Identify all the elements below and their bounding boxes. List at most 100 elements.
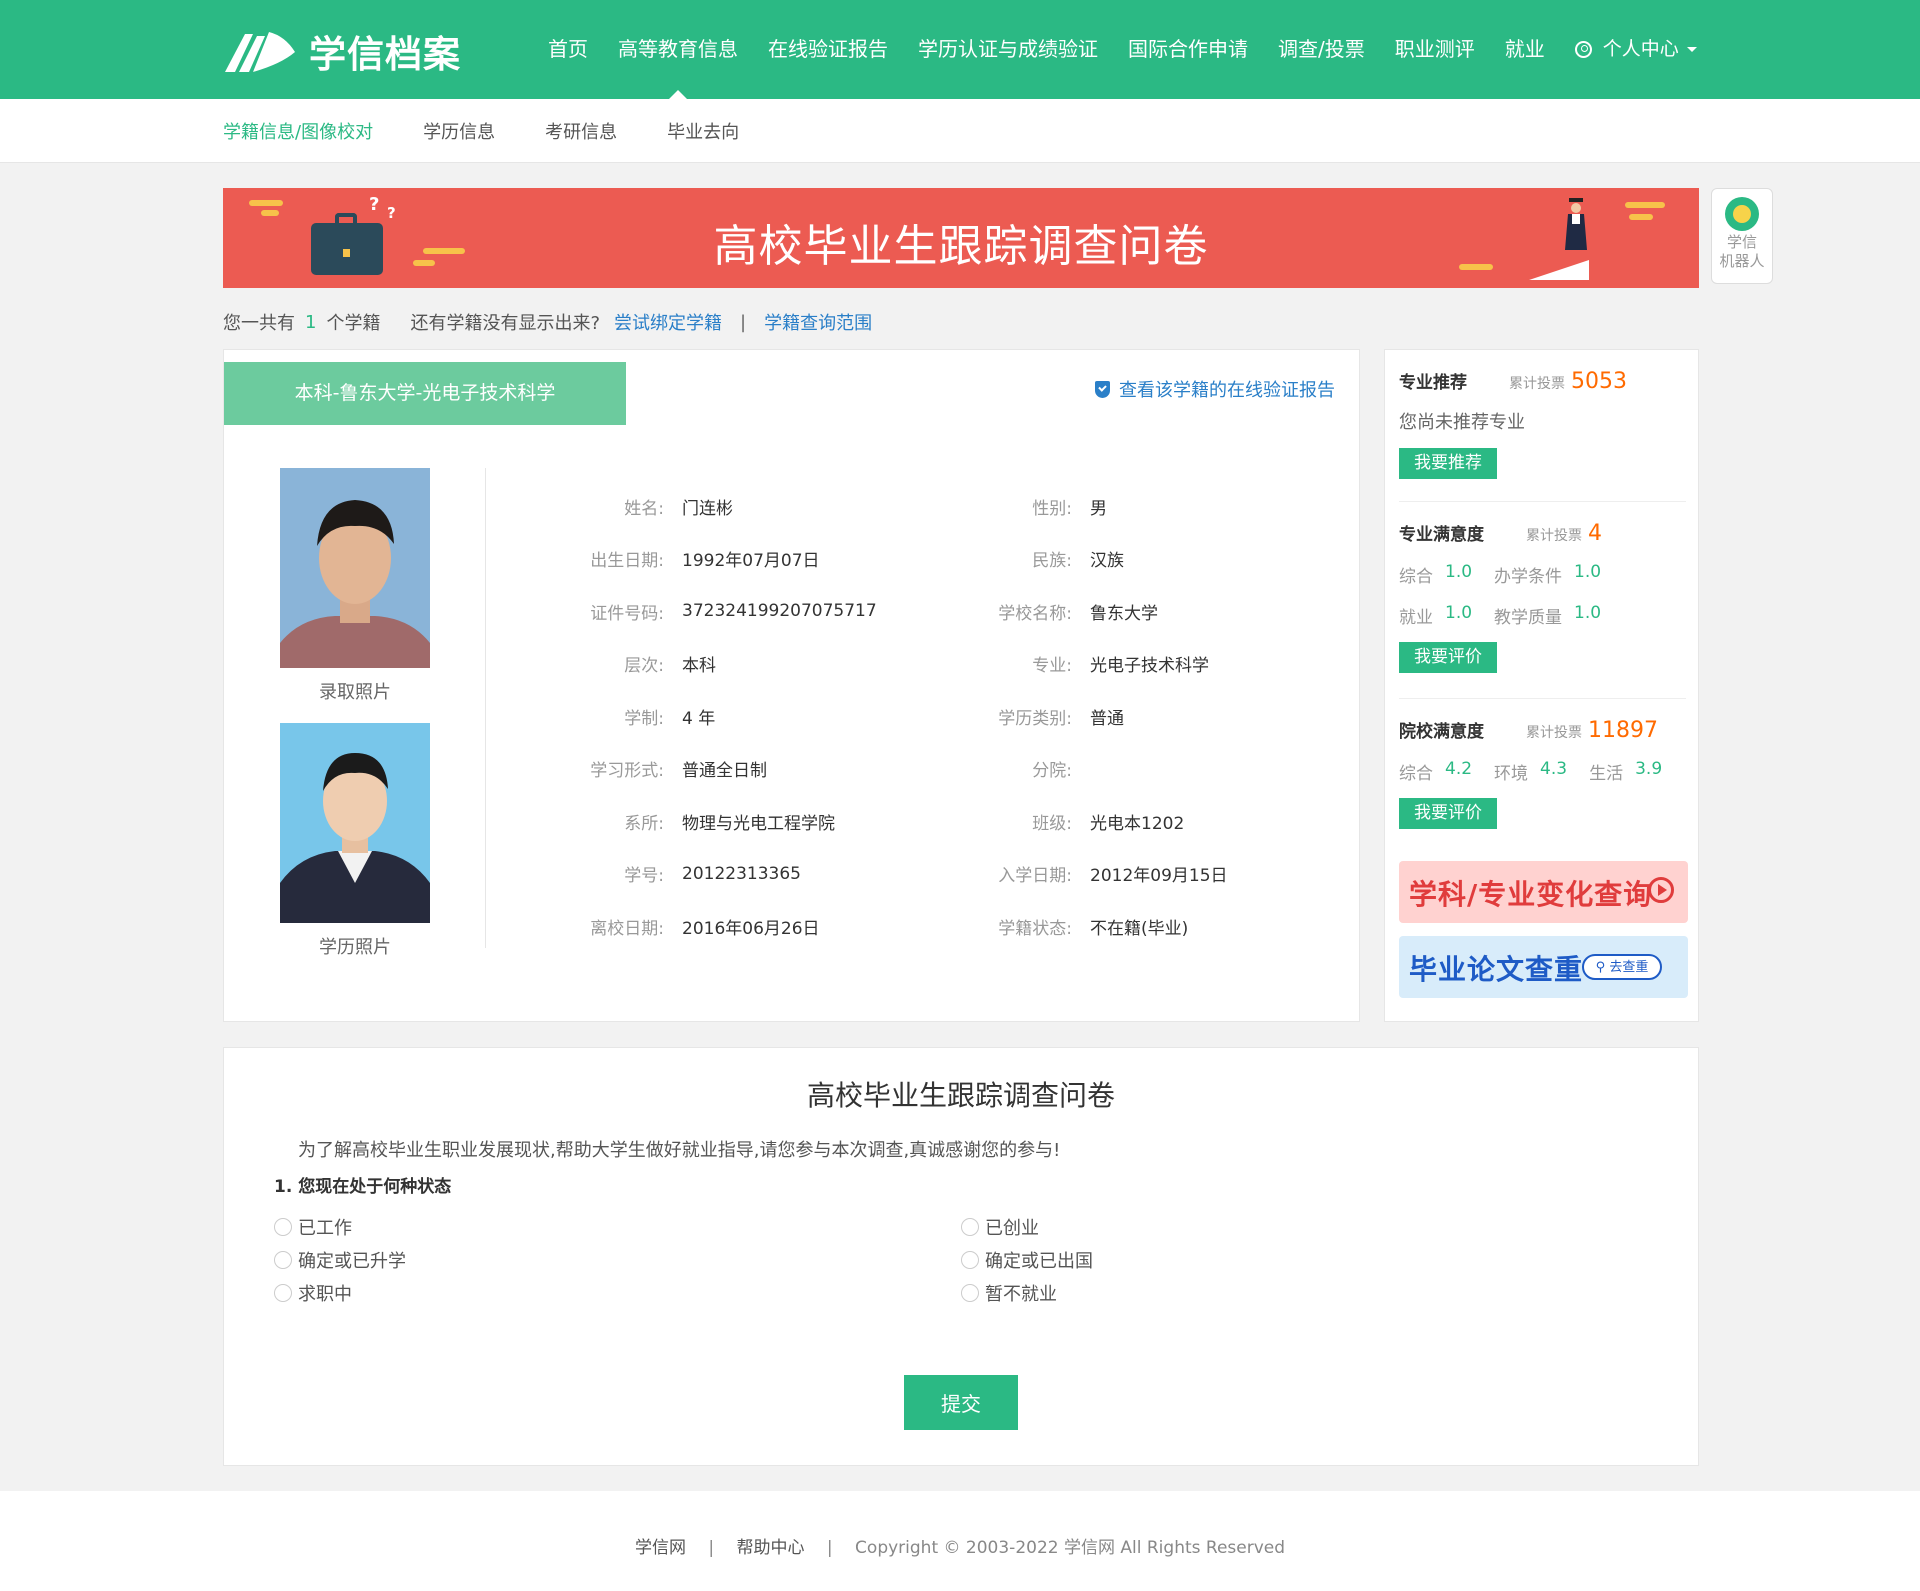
- field-value-enrollment-date: 2012年09月15日: [1090, 866, 1228, 887]
- field-label: 入学日期:: [998, 866, 1072, 887]
- verify-report-link[interactable]: 查看该学籍的在线验证报告: [1095, 376, 1335, 402]
- rate-school-button[interactable]: 我要评价: [1399, 798, 1497, 829]
- user-icon: [1574, 41, 1592, 58]
- field-label: 学习形式:: [590, 761, 664, 782]
- brand-name: 学信档案: [309, 33, 461, 76]
- major-recommend-text: 您尚未推荐专业: [1399, 412, 1525, 433]
- nav-higher-education[interactable]: 高等教育信息: [618, 0, 738, 99]
- rating-label: 教学质量: [1494, 608, 1563, 628]
- search-icon: ⚲: [1595, 960, 1606, 975]
- field-label: 性别:: [1032, 498, 1072, 519]
- banner-title: 高校毕业生跟踪调查问卷: [713, 221, 1209, 272]
- rating-label: 综合: [1399, 764, 1433, 784]
- site-logo[interactable]: 学信档案: [223, 26, 461, 76]
- subnav-status-info[interactable]: 学籍信息/图像校对: [223, 118, 373, 144]
- student-record-card: 本科-鲁东大学-光电子技术科学 查看该学籍的在线验证报告 录取照片 学历照片 姓…: [223, 349, 1360, 1022]
- survey-section: 高校毕业生跟踪调查问卷 为了解高校毕业生职业发展现状,帮助大学生做好就业指导,请…: [223, 1047, 1699, 1466]
- promo-title: 毕业论文查重: [1409, 953, 1584, 986]
- option-employed[interactable]: 已工作: [274, 1214, 352, 1240]
- field-label: 系所:: [624, 813, 664, 834]
- radio-button[interactable]: [961, 1218, 979, 1236]
- field-row: 离校日期: 2016年06月26日 学籍状态: 不在籍(毕业): [504, 900, 1324, 953]
- promo-title: 学科/专业变化查询: [1409, 878, 1653, 911]
- radio-button[interactable]: [274, 1218, 292, 1236]
- major-recommend-block: 专业推荐 累计投票 5053 您尚未推荐专业 我要推荐: [1399, 368, 1686, 479]
- subnav-exam-info[interactable]: 考研信息: [545, 118, 617, 144]
- arrow-right-icon: [1648, 877, 1674, 903]
- rating-row: 综合 4.2 环境 4.3 生活 3.9: [1399, 759, 1686, 784]
- nav-certification[interactable]: 学历认证与成绩验证: [918, 0, 1098, 99]
- footer-link-help[interactable]: 帮助中心: [737, 1538, 805, 1558]
- submit-button[interactable]: 提交: [904, 1375, 1018, 1430]
- deco-bar: [249, 200, 283, 206]
- degree-photo-caption: 学历照片: [319, 937, 391, 958]
- field-value-degree-type: 普通: [1090, 708, 1124, 729]
- field-row: 证件号码: 372324199207075717 学校名称: 鲁东大学: [504, 585, 1324, 638]
- field-row: 学制: 4 年 学历类别: 普通: [504, 690, 1324, 743]
- option-job-seeking[interactable]: 求职中: [274, 1280, 352, 1306]
- field-label: 民族:: [1032, 551, 1072, 572]
- top-header: 学信档案 首页 高等教育信息 在线验证报告 学历认证与成绩验证 国际合作申请 调…: [0, 0, 1920, 99]
- rating-row: 综合 1.0 办学条件 1.0: [1399, 562, 1686, 587]
- radio-button[interactable]: [961, 1251, 979, 1269]
- shield-check-icon: [1095, 380, 1110, 398]
- field-label: 出生日期:: [590, 551, 664, 572]
- rating-row: 就业 1.0 教学质量 1.0: [1399, 603, 1686, 628]
- robot-assistant[interactable]: 学信 机器人: [1711, 188, 1773, 284]
- rate-major-button[interactable]: 我要评价: [1399, 642, 1497, 673]
- record-tab[interactable]: 本科-鲁东大学-光电子技术科学: [224, 362, 626, 425]
- option-entrepreneur[interactable]: 已创业: [961, 1214, 1039, 1240]
- rating-value: 1.0: [1574, 562, 1602, 582]
- separator: |: [740, 311, 747, 333]
- field-label: 学籍状态:: [998, 918, 1072, 939]
- radio-button[interactable]: [274, 1284, 292, 1302]
- field-value-class: 光电本1202: [1090, 813, 1185, 834]
- radio-button[interactable]: [961, 1284, 979, 1302]
- survey-banner[interactable]: ? ? 高校毕业生跟踪调查问卷: [223, 188, 1699, 288]
- bind-record-link[interactable]: 尝试绑定学籍: [614, 309, 722, 335]
- option-further-study[interactable]: 确定或已升学: [274, 1247, 406, 1273]
- nav-international[interactable]: 国际合作申请: [1128, 0, 1248, 99]
- field-label: 学历类别:: [998, 708, 1072, 729]
- radio-button[interactable]: [274, 1251, 292, 1269]
- nav-survey[interactable]: 调查/投票: [1278, 0, 1365, 99]
- promo-pill-label: 去查重: [1609, 960, 1649, 975]
- recommend-button[interactable]: 我要推荐: [1399, 448, 1497, 479]
- nav-employment[interactable]: 就业: [1505, 0, 1545, 99]
- field-row: 学习形式: 普通全日制 分院:: [504, 743, 1324, 796]
- nav-home[interactable]: 首页: [548, 0, 588, 99]
- rating-value: 3.9: [1635, 759, 1663, 779]
- query-range-link[interactable]: 学籍查询范围: [764, 309, 872, 335]
- deco-bar: [1625, 202, 1665, 208]
- thesis-check-promo[interactable]: 毕业论文查重 ⚲ 去查重: [1399, 936, 1688, 998]
- nav-career-test[interactable]: 职业测评: [1395, 0, 1475, 99]
- option-not-employed[interactable]: 暂不就业: [961, 1280, 1057, 1306]
- field-value-id-number: 372324199207075717: [682, 601, 877, 622]
- field-label: 学制:: [624, 708, 664, 729]
- rating-label: 就业: [1399, 608, 1433, 628]
- subnav-degree-info[interactable]: 学历信息: [423, 118, 495, 144]
- major-recommend-votes: 5053: [1571, 369, 1627, 394]
- robot-label-line2: 机器人: [1719, 252, 1765, 270]
- summary-prefix: 您一共有: [223, 313, 295, 334]
- field-label: 层次:: [624, 656, 664, 677]
- search-pill: ⚲ 去查重: [1582, 954, 1662, 980]
- subnav-graduation-destination[interactable]: 毕业去向: [667, 118, 739, 144]
- nav-online-report[interactable]: 在线验证报告: [768, 0, 888, 99]
- votes-label: 累计投票: [1526, 528, 1582, 544]
- robot-icon: [1725, 197, 1759, 231]
- separator: |: [826, 1538, 833, 1558]
- field-value-ethnicity: 汉族: [1090, 551, 1124, 572]
- option-abroad[interactable]: 确定或已出国: [961, 1247, 1093, 1273]
- major-change-promo[interactable]: 学科/专业变化查询: [1399, 861, 1688, 923]
- footer-link-chsi[interactable]: 学信网: [635, 1538, 686, 1558]
- option-label: 确定或已升学: [298, 1251, 406, 1272]
- user-menu[interactable]: 个人中心: [1574, 0, 1697, 99]
- field-label: 学校名称:: [998, 603, 1072, 624]
- school-satisfaction-title: 院校满意度: [1399, 722, 1484, 742]
- field-label: 姓名:: [624, 498, 664, 519]
- survey-intro: 为了解高校毕业生职业发展现状,帮助大学生做好就业指导,请您参与本次调查,真诚感谢…: [298, 1140, 1061, 1161]
- field-value-student-number: 20122313365: [682, 863, 801, 884]
- field-row: 姓名: 门连彬 性别: 男: [504, 480, 1324, 533]
- field-value-status: 不在籍(毕业): [1090, 918, 1189, 939]
